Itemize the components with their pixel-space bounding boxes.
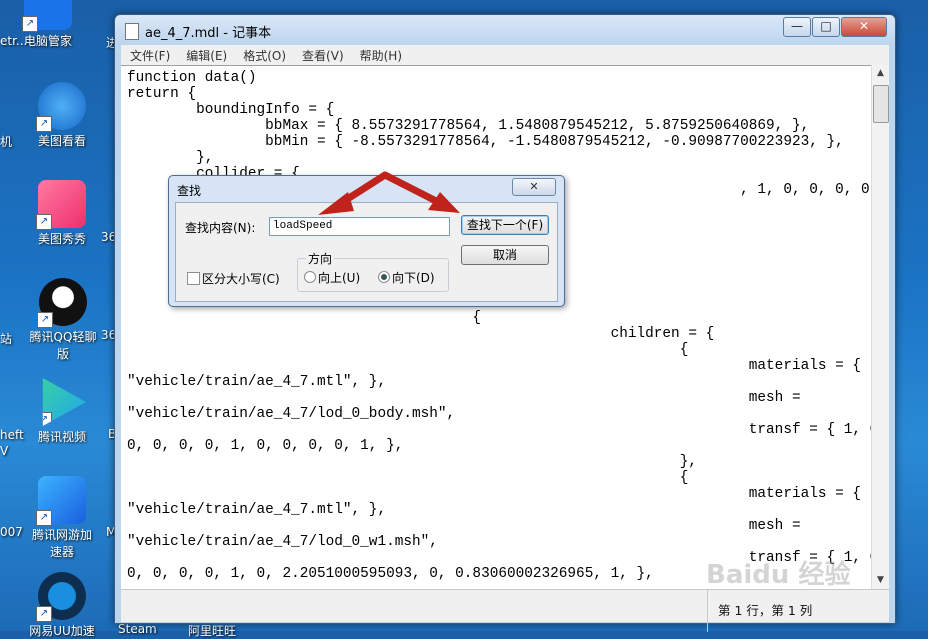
direction-up-label[interactable]: 向上(U): [318, 269, 360, 286]
scroll-up-icon[interactable]: ▲: [872, 65, 889, 82]
desktop-icon-qq[interactable]: ↗ 腾讯QQ轻聊版: [17, 278, 109, 362]
uu-accelerator-icon: ↗: [36, 572, 86, 622]
menu-view[interactable]: 查看(V): [293, 45, 351, 64]
desktop-icon-label: 腾讯QQ轻聊版: [29, 330, 97, 361]
direction-up-radio[interactable]: [304, 271, 316, 283]
desktop-icon-label: 腾讯视频: [37, 430, 86, 444]
notepad-window: ae_4_7.mdl - 记事本 — □ ✕ 文件(F) 编辑(E) 格式(O) 查看…: [114, 14, 896, 632]
partial-label: 站: [0, 332, 13, 346]
desktop-icon-meitu-xiuxiu[interactable]: ↗ 美图秀秀: [17, 180, 107, 247]
title-bar[interactable]: ae_4_7.mdl - 记事本 — □ ✕: [115, 15, 895, 45]
partial-label: Steam: [118, 622, 157, 636]
direction-label: 方向: [306, 250, 335, 267]
partial-label: 机: [0, 135, 13, 149]
match-case-checkbox[interactable]: [187, 272, 200, 285]
text-editor[interactable]: function data() return { boundingInfo = …: [121, 65, 871, 590]
partial-label: heft: [0, 428, 24, 442]
tencent-video-icon: ↗: [42, 378, 86, 426]
menu-format[interactable]: 格式(O): [234, 45, 293, 64]
meitu-xiuxiu-icon: ↗: [36, 180, 86, 230]
scroll-thumb[interactable]: [873, 85, 889, 123]
meitu-viewer-icon: ↗: [36, 82, 86, 132]
desktop-icon-tencent-video[interactable]: ↗ 腾讯视频: [17, 378, 107, 445]
dialog-title: 查找: [177, 184, 202, 198]
minimize-button[interactable]: —: [783, 17, 811, 37]
partial-label: 007: [0, 525, 23, 539]
desktop-icon-label: 腾讯网游加速器: [31, 528, 92, 559]
scroll-down-icon[interactable]: ▼: [872, 572, 889, 589]
find-dialog: 查找 ✕ 查找内容(N): loadSpeed 查找下一个(F) 取消 区分大小…: [168, 175, 565, 307]
desktop-icon-label: 美图看看: [37, 134, 86, 148]
baidu-watermark: Baidu 经验: [706, 560, 851, 590]
match-case-label[interactable]: 区分大小写(C): [202, 270, 280, 287]
desktop-icon-meitu-viewer[interactable]: ↗ 美图看看: [17, 82, 107, 149]
dialog-body: 查找内容(N): loadSpeed 查找下一个(F) 取消 区分大小写(C) …: [175, 202, 558, 302]
partial-label: etr...: [0, 34, 28, 48]
menu-edit[interactable]: 编辑(E): [177, 45, 234, 64]
notepad-icon: [125, 23, 139, 40]
cursor-position: 第 1 行，第 1 列: [707, 590, 812, 632]
close-button[interactable]: ✕: [841, 17, 887, 37]
menu-file[interactable]: 文件(F): [121, 45, 177, 64]
find-next-button[interactable]: 查找下一个(F): [461, 215, 549, 235]
vertical-scrollbar[interactable]: ▲ ▼: [871, 65, 889, 589]
find-input[interactable]: loadSpeed: [269, 217, 450, 236]
qq-penguin-icon: ↗: [37, 278, 87, 328]
find-what-label: 查找内容(N):: [185, 221, 256, 235]
maximize-button[interactable]: □: [812, 17, 840, 37]
pc-manager-icon: ↗: [22, 0, 72, 32]
status-bar: 第 1 行，第 1 列: [121, 589, 889, 632]
menu-help[interactable]: 帮助(H): [351, 45, 409, 64]
desktop-icon-uu[interactable]: ↗ 网易UU加速: [17, 572, 107, 639]
direction-group: 方向 向上(U) 向下(D): [297, 250, 449, 292]
desktop-icon-label: 美图秀秀: [37, 232, 86, 246]
file-content[interactable]: function data() return { boundingInfo = …: [121, 66, 871, 586]
direction-down-label[interactable]: 向下(D): [392, 269, 435, 286]
game-accelerator-icon: ↗: [36, 476, 86, 526]
cancel-button[interactable]: 取消: [461, 245, 549, 265]
window-title: ae_4_7.mdl - 记事本: [145, 26, 272, 41]
menu-bar: 文件(F) 编辑(E) 格式(O) 查看(V) 帮助(H): [121, 45, 889, 65]
dialog-close-button[interactable]: ✕: [512, 178, 556, 196]
desktop-icon-game-accelerator[interactable]: ↗ 腾讯网游加速器: [17, 476, 107, 560]
direction-down-radio[interactable]: [378, 271, 390, 283]
partial-label: V: [0, 444, 9, 458]
